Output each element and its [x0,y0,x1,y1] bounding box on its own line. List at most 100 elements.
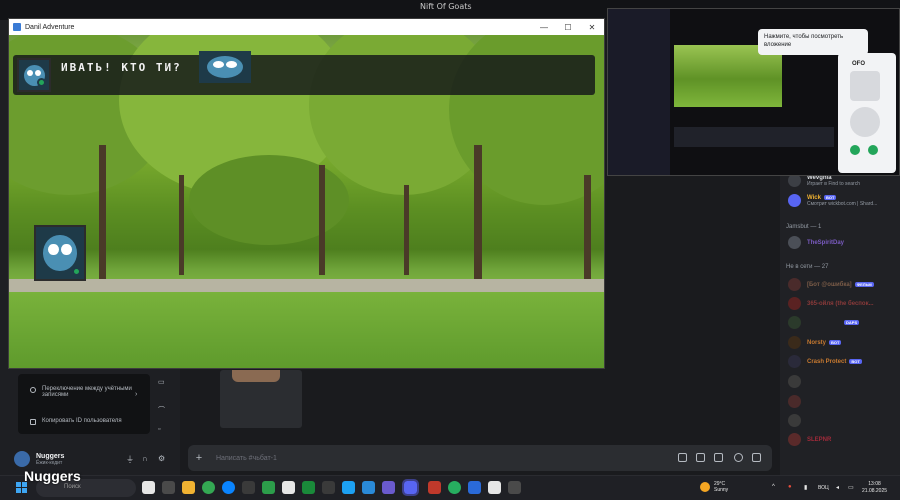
microphone-icon[interactable]: ⏚ [126,454,134,465]
character-sprite[interactable] [34,225,86,281]
member-activity: Играет в Find to search [807,180,861,187]
member-item[interactable]: [Бот @ошибка] ФЕЛЬМ [788,278,874,291]
app-icon[interactable] [468,481,481,494]
app-icon[interactable] [162,481,175,494]
app-tray-icon[interactable]: ● [788,484,792,490]
bot-badge: BOT [849,358,862,364]
app-icon[interactable] [448,481,461,494]
app-icon[interactable] [508,481,521,494]
minimize-button[interactable]: — [532,23,556,32]
chrome-icon[interactable] [202,481,215,494]
add-attachment-icon[interactable]: + [188,452,210,464]
message-input[interactable]: + Написать #чьбат-1 [188,445,772,471]
emoji-icon[interactable] [734,453,743,462]
discord-icon[interactable] [402,479,419,496]
member-item[interactable]: SLEPNR [788,433,831,446]
app-icon[interactable] [362,481,375,494]
tree-trunk [179,175,184,275]
window-controls: — ☐ ✕ [532,23,604,32]
member-name: SLEPNR [807,436,832,443]
app-icon[interactable] [282,481,295,494]
screen-icon[interactable]: ▭ [158,378,165,386]
online-status-icon [37,78,46,87]
bot-badge: BOT [829,339,842,345]
window-titlebar[interactable]: Danil Adventure — ☐ ✕ [9,19,604,35]
character-portrait [199,51,251,83]
member-item[interactable] [788,414,807,427]
copy-user-id-item[interactable]: Копировать ID пользователя [30,418,122,425]
avatar[interactable] [14,451,30,467]
game-window[interactable]: Danil Adventure — ☐ ✕ ИВАТЬ! КТО ТИ? [8,18,605,369]
pip-tooltip: Нажмите, чтобы посмотреть вложение [758,29,868,55]
pip-call-panel: OFO [838,53,896,173]
switch-accounts-item[interactable]: Переключение между учётными записями [30,386,134,398]
app-icon[interactable] [322,481,335,494]
gif-icon[interactable] [696,453,705,462]
close-button[interactable]: ✕ [580,23,604,32]
chevron-up-icon[interactable]: ^ [772,484,775,490]
app-icon[interactable] [382,481,395,494]
avatar [788,297,801,310]
avatar [788,336,801,349]
member-item[interactable]: Wick BOT Смотрит wickbot.com | Shard... [788,194,877,207]
attachment-preview[interactable] [220,370,302,428]
settings-small-icon[interactable]: ▫ [158,426,160,433]
headphones-icon[interactable]: ∩ [142,454,148,463]
avatar [850,107,880,137]
gear-icon[interactable]: ⚙ [158,454,165,463]
tree-canopy [189,155,349,245]
avatar [788,236,801,249]
edge-icon[interactable] [222,481,235,494]
speaker-icon[interactable]: ◂ [836,484,839,491]
switch-accounts-icon [30,387,36,393]
call-button[interactable] [850,145,860,155]
pip-sidebar [608,9,670,175]
weather-widget[interactable]: 29°C Sunny [700,481,728,493]
member-name: TheSpiritDay [807,239,845,246]
app-icon[interactable] [302,481,315,494]
member-item[interactable]: Crash Protect BOT [788,355,862,368]
section-header: Jamsbut — 1 [786,224,822,230]
member-name: [Бот @ошибка] [807,281,852,288]
user-status: Ёжик-кедит [36,459,63,466]
headset-icon[interactable]: ⌒ [158,405,165,415]
member-item[interactable]: Norsty BOT [788,336,842,349]
avatar [850,71,880,101]
maximize-button[interactable]: ☐ [556,23,580,32]
battery-icon[interactable]: ▭ [848,484,854,491]
member-item[interactable]: TheSpiritDay [788,236,844,249]
gift-icon[interactable] [678,453,687,462]
avatar [788,395,801,408]
app-icon[interactable] [488,481,501,494]
sticker-icon[interactable] [714,453,723,462]
attachment-image [232,370,280,382]
menu-item-label: Копировать ID пользователя [42,418,122,424]
call-button[interactable] [868,145,878,155]
member-item[interactable] [788,375,807,388]
message-placeholder: Написать #чьбат-1 [216,454,277,462]
tree-trunk [404,185,409,275]
member-item[interactable] [788,395,807,408]
dialog-text: ИВАТЬ! КТО ТИ? [61,61,182,74]
avatar [788,375,801,388]
explorer-icon[interactable] [182,481,195,494]
member-item[interactable]: 365-ойля (the беспок... [788,297,874,310]
park-scene: ИВАТЬ! КТО ТИ? [9,35,604,368]
copy-id-icon [30,419,36,425]
member-item[interactable]: DAPS [788,316,860,329]
taskview-icon[interactable] [142,481,155,494]
app-icon[interactable] [342,481,355,494]
clock[interactable]: 13:08 21.08.2025 [862,481,887,495]
stream-pip[interactable]: Нажмите, чтобы посмотреть вложение OFO [607,8,900,176]
app-icon[interactable] [242,481,255,494]
tree-trunk [474,145,482,285]
language-indicator[interactable]: ВОЦ [818,485,829,491]
app-icon[interactable] [428,481,441,494]
tree-trunk [99,145,106,285]
overlay-username: Nuggers [24,468,81,484]
app-icon[interactable] [262,481,275,494]
tree-trunk [584,175,591,285]
apps-icon[interactable] [752,453,761,462]
microphone-icon[interactable]: ▮ [804,484,807,491]
avatar [788,194,801,207]
